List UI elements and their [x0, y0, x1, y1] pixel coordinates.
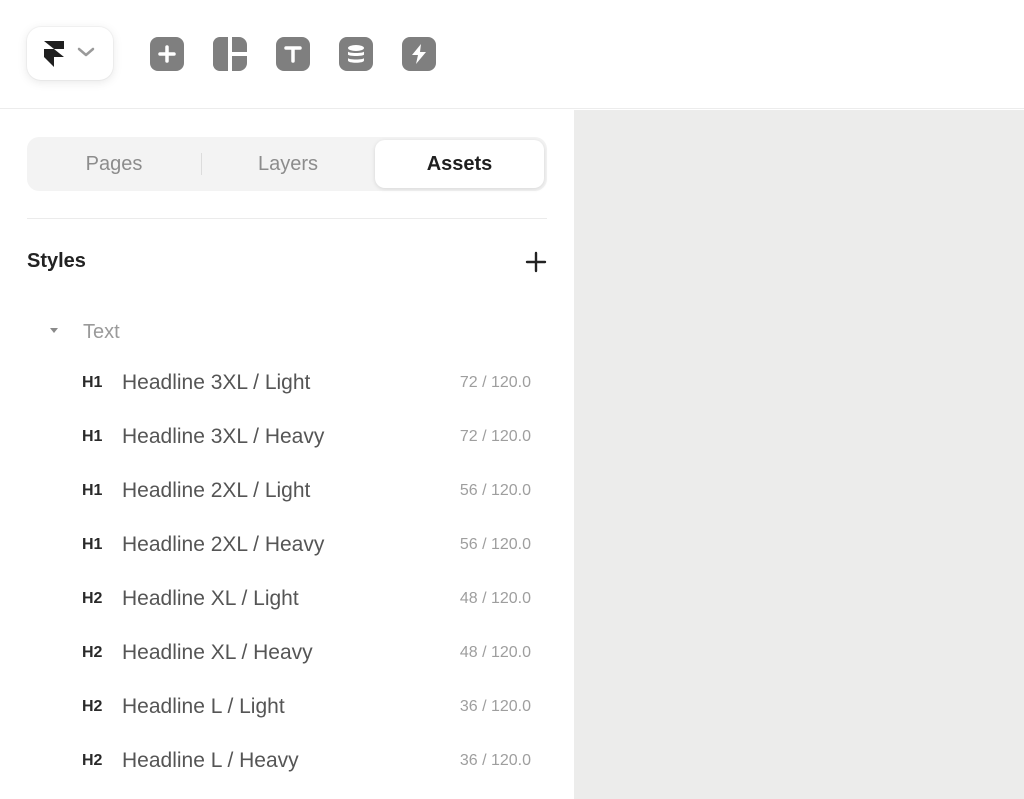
style-meta: 48 / 120.0 — [459, 590, 531, 607]
style-name: Headline 3XL / Heavy — [122, 425, 325, 448]
style-meta: 48 / 120.0 — [459, 644, 531, 661]
style-item[interactable]: H1 Headline 3XL / Heavy 72 / 120.0 — [60, 416, 547, 460]
style-item[interactable]: H1 Headline 2XL / Light 56 / 120.0 — [60, 470, 547, 514]
caret-down-icon — [40, 318, 70, 346]
style-meta: 72 / 120.0 — [459, 428, 531, 445]
insert-button[interactable] — [150, 37, 184, 71]
top-toolbar — [0, 0, 1024, 109]
style-name: Headline 2XL / Light — [122, 479, 311, 502]
main-menu-button[interactable] — [27, 27, 113, 80]
text-icon — [283, 44, 303, 64]
style-name: Headline L / Light — [122, 695, 285, 718]
tab-assets[interactable]: Assets — [375, 140, 544, 188]
tab-pages[interactable]: Pages — [27, 140, 201, 188]
layout-button[interactable] — [213, 37, 247, 71]
style-name: Headline XL / Light — [122, 587, 299, 610]
interactions-button[interactable] — [402, 37, 436, 71]
style-tag: H1 — [82, 374, 103, 391]
plus-icon — [524, 251, 548, 278]
cms-button[interactable] — [339, 37, 373, 71]
style-meta: 36 / 120.0 — [459, 752, 531, 769]
style-item[interactable]: H1 Headline 3XL / Light 72 / 120.0 — [60, 362, 547, 406]
style-item[interactable]: H2 Headline L / Heavy 36 / 120.0 — [60, 740, 547, 784]
style-item[interactable]: H2 Headline L / Light 36 / 120.0 — [60, 686, 547, 730]
style-item[interactable]: H1 Headline 2XL / Heavy 56 / 120.0 — [60, 524, 547, 568]
style-tag: H2 — [82, 590, 103, 607]
panel-divider — [27, 218, 547, 219]
style-name: Headline 2XL / Heavy — [122, 533, 325, 556]
style-meta: 56 / 120.0 — [459, 536, 531, 553]
style-tag: H1 — [82, 536, 103, 553]
style-tag: H2 — [82, 644, 103, 661]
add-style-button[interactable] — [524, 250, 548, 274]
style-tag: H1 — [82, 428, 103, 445]
framer-logo-icon — [44, 41, 66, 67]
style-name: Headline XL / Heavy — [122, 641, 313, 664]
group-label: Text — [83, 320, 120, 343]
lightning-icon — [409, 43, 429, 65]
style-item[interactable]: H2 Headline XL / Light 48 / 120.0 — [60, 578, 547, 622]
style-name: Headline 3XL / Light — [122, 371, 311, 394]
style-tag: H1 — [82, 482, 103, 499]
text-tool-button[interactable] — [276, 37, 310, 71]
style-meta: 56 / 120.0 — [459, 482, 531, 499]
style-tag: H2 — [82, 752, 103, 769]
style-item[interactable]: H2 Headline XL / Heavy 48 / 120.0 — [60, 632, 547, 676]
style-meta: 72 / 120.0 — [459, 374, 531, 391]
styles-section-title: Styles — [27, 250, 86, 272]
design-canvas[interactable] — [574, 110, 1024, 799]
database-icon — [345, 43, 367, 65]
tab-layers[interactable]: Layers — [202, 140, 374, 188]
style-name: Headline L / Heavy — [122, 749, 299, 772]
plus-square-icon — [157, 44, 177, 64]
layout-icon — [213, 37, 247, 71]
style-meta: 36 / 120.0 — [459, 698, 531, 715]
text-styles-group[interactable]: Text — [40, 318, 120, 346]
style-tag: H2 — [82, 698, 103, 715]
panel-tab-switcher: Pages Layers Assets — [27, 137, 547, 191]
